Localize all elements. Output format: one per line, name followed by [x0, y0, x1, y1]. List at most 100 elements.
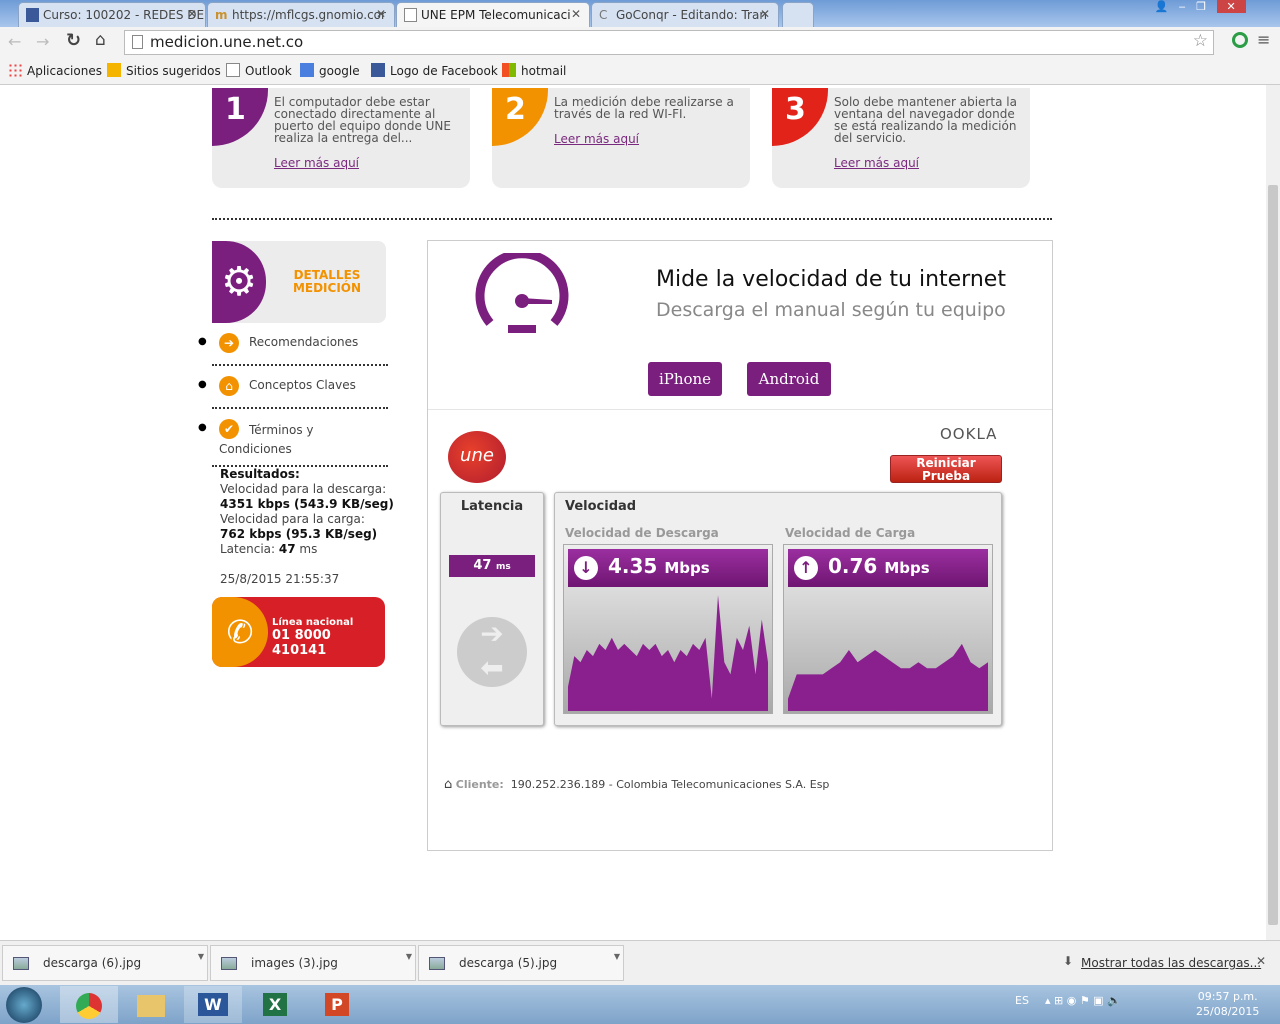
- page-icon: [26, 8, 39, 22]
- latency-panel: Latencia 47 ms ➔ ⬅: [440, 492, 544, 726]
- tray-icons[interactable]: ▴ ⊞ ◉ ⚑ ▣ 🔈: [1045, 994, 1121, 1007]
- extension-icon[interactable]: [1232, 32, 1248, 48]
- reload-icon[interactable]: ↻: [66, 30, 81, 51]
- bookmark-label: Aplicaciones: [27, 64, 102, 78]
- start-button[interactable]: [6, 987, 42, 1023]
- tab-label: GoConqr - Editando: Tran: [616, 8, 767, 22]
- close-icon[interactable]: ✕: [1256, 954, 1266, 968]
- unit: Mbps: [664, 559, 710, 577]
- chevron-down-icon[interactable]: ▼: [406, 952, 412, 961]
- address-bar[interactable]: medicion.une.net.co ☆: [124, 30, 1214, 55]
- show-all-downloads-link[interactable]: Mostrar todas las descargas...: [1081, 956, 1261, 970]
- sidebar-item-label: Conceptos Claves: [249, 378, 356, 392]
- client-info: ⌂ Cliente: 190.252.236.189 - Colombia Te…: [444, 777, 829, 792]
- back-icon[interactable]: ←: [8, 32, 21, 51]
- bing-icon: [107, 63, 121, 77]
- hotline-banner[interactable]: ✆ Línea nacional 01 8000 410141: [212, 597, 385, 667]
- download-graph: ↓ 4.35 Mbps: [563, 544, 773, 714]
- word-taskbar-icon[interactable]: W: [184, 986, 242, 1023]
- download-filename: descarga (5).jpg: [459, 956, 558, 970]
- star-icon[interactable]: ☆: [1193, 31, 1208, 51]
- sidebar-item-label: Recomendaciones: [249, 335, 359, 349]
- close-icon[interactable]: ✕: [187, 7, 197, 21]
- image-file-icon: [221, 957, 237, 970]
- menu-icon[interactable]: ≡: [1257, 30, 1270, 49]
- windows-icon: [502, 63, 516, 77]
- download-label: Velocidad para la descarga:: [220, 482, 387, 496]
- upload-graph: ↑ 0.76 Mbps: [783, 544, 993, 714]
- explorer-taskbar-icon[interactable]: [122, 986, 180, 1023]
- unit: Mbps: [884, 559, 930, 577]
- step-text: Solo debe mantener abierta la ventana de…: [834, 95, 1017, 145]
- chevron-down-icon[interactable]: ▼: [614, 952, 620, 961]
- download-item[interactable]: descarga (6).jpg ▼: [2, 945, 208, 981]
- downloads-bar: descarga (6).jpg ▼ images (3).jpg ▼ descar…: [0, 940, 1280, 985]
- language-indicator[interactable]: ES: [1015, 994, 1029, 1007]
- sidebar-item-conceptos[interactable]: ● ⌂ Conceptos Claves: [198, 376, 388, 409]
- page-icon: [404, 8, 417, 22]
- close-icon[interactable]: ✕: [376, 7, 386, 21]
- bookmarks-bar: Aplicaciones Sitios sugeridos Outlook go…: [0, 58, 1280, 85]
- chrome-taskbar-icon[interactable]: [60, 986, 118, 1023]
- new-tab-button[interactable]: [782, 2, 814, 27]
- bullet: ●: [198, 336, 207, 347]
- home-icon[interactable]: ⌂: [95, 30, 106, 50]
- step-card-2: 2 La medición debe realizarse a través de…: [492, 88, 750, 188]
- step-card-3: 3 Solo debe mantener abierta la ventana d…: [772, 88, 1030, 188]
- image-file-icon: [429, 957, 445, 970]
- sidebar-item-terminos[interactable]: ● ✔ Términos y Condiciones: [198, 419, 388, 467]
- scrollbar-thumb[interactable]: [1268, 185, 1278, 925]
- restart-test-button[interactable]: Reiniciar Prueba: [890, 455, 1002, 483]
- client-label: Cliente:: [455, 778, 504, 791]
- sidebar-item-recomendaciones[interactable]: ● ➔ Recomendaciones: [198, 333, 388, 366]
- apps-icon: [8, 63, 22, 77]
- phone-icon: ✆: [212, 597, 268, 667]
- speed-area: [788, 643, 988, 711]
- image-file-icon: [13, 957, 29, 970]
- close-icon[interactable]: ✕: [760, 7, 770, 21]
- bookmark-apps[interactable]: Aplicaciones: [8, 63, 102, 78]
- download-item[interactable]: images (3).jpg ▼: [210, 945, 416, 981]
- bookmark-suggested[interactable]: Sitios sugeridos: [107, 63, 221, 78]
- iphone-manual-button[interactable]: iPhone: [648, 362, 722, 396]
- tab-une[interactable]: UNE EPM Telecomunicaci ✕: [396, 2, 590, 27]
- latency-value: 47: [473, 558, 492, 573]
- result-datetime: 25/8/2015 21:55:37: [220, 572, 340, 586]
- step-card-1: 1 El computador debe estar conectado dire…: [212, 88, 470, 188]
- download-item[interactable]: descarga (5).jpg ▼: [418, 945, 624, 981]
- download-filename: images (3).jpg: [251, 956, 338, 970]
- powerpoint-taskbar-icon[interactable]: P: [308, 986, 366, 1023]
- page-icon: [226, 63, 240, 77]
- read-more-link[interactable]: Leer más aquí: [834, 156, 919, 170]
- excel-taskbar-icon[interactable]: X: [246, 986, 304, 1023]
- scrollbar[interactable]: [1266, 85, 1280, 940]
- tab-curso[interactable]: Curso: 100202 - REDES DE ✕: [18, 2, 206, 27]
- chevron-down-icon[interactable]: ▼: [198, 952, 204, 961]
- clock[interactable]: 09:57 p.m. 25/08/2015: [1196, 989, 1259, 1019]
- home-icon: ⌂: [444, 777, 453, 792]
- bookmark-google[interactable]: google: [300, 63, 360, 78]
- gear-icon: ⚙: [212, 241, 266, 323]
- tab-goconqr[interactable]: C GoConqr - Editando: Tran ✕: [591, 2, 779, 27]
- bookmark-outlook[interactable]: Outlook: [226, 63, 292, 78]
- read-more-link[interactable]: Leer más aquí: [554, 132, 639, 146]
- forward-icon[interactable]: →: [36, 32, 49, 51]
- read-more-link[interactable]: Leer más aquí: [274, 156, 359, 170]
- bookmark-hotmail[interactable]: hotmail: [502, 63, 566, 78]
- bullet: ●: [198, 422, 207, 433]
- bookmark-facebook[interactable]: Logo de Facebook: [371, 63, 498, 78]
- latency-label: Latencia:: [220, 542, 276, 556]
- page-icon: [132, 35, 143, 49]
- download-speed: 4.35: [608, 554, 658, 578]
- bookmark-label: Sitios sugeridos: [126, 64, 221, 78]
- window-controls[interactable]: 👤 ‒ ❐ ✕: [1144, 0, 1274, 18]
- close-icon[interactable]: ✕: [571, 7, 581, 21]
- download-filename: descarga (6).jpg: [43, 956, 142, 970]
- divider: [428, 409, 1052, 410]
- results-title: Resultados:: [220, 467, 300, 481]
- bullet: ●: [198, 379, 207, 390]
- tab-gnomio[interactable]: m https://mflcgs.gnomio.cor ✕: [207, 2, 395, 27]
- download-arrow-icon: ⬇: [1063, 954, 1074, 968]
- android-manual-button[interactable]: Android: [747, 362, 831, 396]
- divider: [212, 218, 1052, 220]
